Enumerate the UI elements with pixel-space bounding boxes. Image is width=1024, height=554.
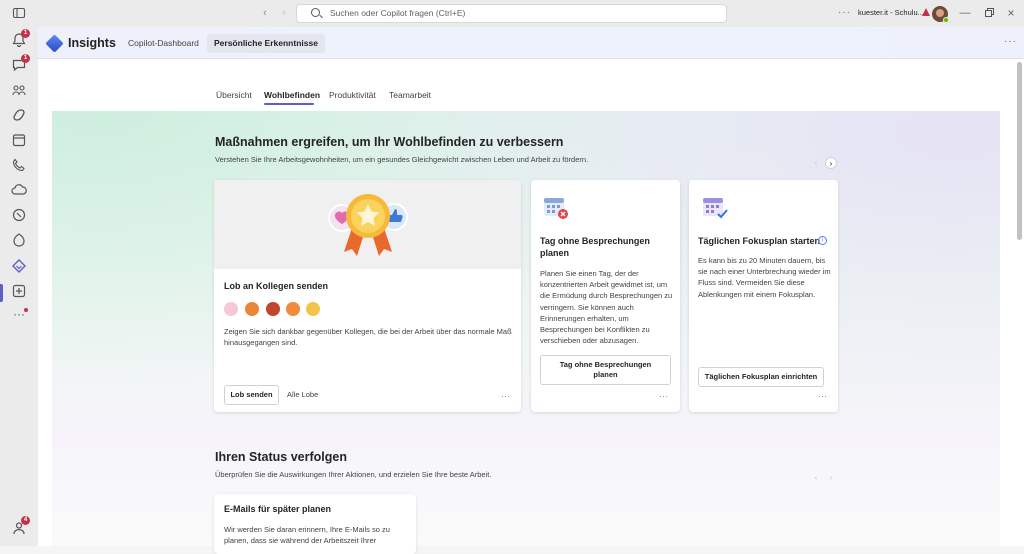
more-apps-dot (24, 308, 28, 312)
subtab-wellbeing[interactable]: Wohlbefinden (264, 90, 320, 100)
copilot-icon[interactable] (11, 107, 27, 123)
subtab-overview[interactable]: Übersicht (216, 90, 252, 100)
chat-badge: 1 (21, 54, 30, 63)
praise-card-more-button[interactable]: ··· (501, 392, 511, 401)
warning-icon (922, 8, 930, 16)
app-header: Insights Copilot-Dashboard Persönliche E… (38, 27, 1024, 59)
settings-more-button[interactable]: ··· (838, 7, 851, 18)
calls-icon[interactable] (11, 157, 27, 173)
search-icon (311, 8, 320, 17)
app-more-button[interactable]: ··· (1004, 36, 1017, 47)
search-placeholder: Suchen oder Copilot fragen (Ctrl+E) (330, 8, 466, 18)
calendar-check-icon (703, 198, 728, 219)
praise-card-text: Zeigen Sie sich dankbar gegenüber Kolleg… (224, 327, 512, 348)
active-indicator (0, 284, 3, 302)
status-carousel-next-button[interactable]: › (825, 472, 837, 484)
onedrive-cloud-icon[interactable] (11, 182, 27, 198)
subtab-teamwork[interactable]: Teamarbeit (389, 90, 431, 100)
restore-icon[interactable] (982, 6, 996, 20)
sidebar-toggle-icon[interactable] (12, 6, 26, 20)
section-subtitle-status: Überprüfen Sie die Auswirkungen Ihrer Ak… (215, 470, 492, 479)
tab-personal-insights[interactable]: Persönliche Erkenntnisse (207, 34, 325, 53)
schedule-email-card: E-Mails für später planen Wir werden Sie… (214, 494, 416, 554)
praise-emoji-icon-3[interactable] (266, 302, 280, 316)
add-apps-icon[interactable] (11, 283, 27, 299)
back-arrow-icon[interactable]: ‹ (258, 6, 272, 20)
presence-available-icon (943, 17, 949, 23)
subtab-productivity[interactable]: Produktivität (329, 90, 376, 100)
schedule-email-text: Wir werden Sie daran erinnern, Ihre E-Ma… (224, 525, 390, 546)
content-glow (52, 111, 1000, 546)
no-meeting-day-title: Tag ohne Besprechungen planen (540, 236, 650, 258)
activity-badge: 1 (21, 29, 30, 38)
minimize-icon[interactable]: — (958, 6, 972, 20)
section-subtitle-wellbeing: Verstehen Sie Ihre Arbeitsgewohnheiten, … (215, 155, 589, 164)
focus-plan-title: Täglichen Fokusplan starten (698, 236, 821, 246)
focus-plan-more-button[interactable]: ··· (818, 392, 828, 401)
focus-plan-text: Es kann bis zu 20 Minuten dauern, bis si… (698, 256, 831, 299)
insights-icon[interactable] (11, 258, 27, 274)
no-meeting-day-text: Planen Sie einen Tag, der der konzentrie… (540, 269, 673, 346)
schedule-email-title: E-Mails für später planen (224, 504, 332, 514)
app-rail: 1 1 ··· 4 (0, 27, 38, 546)
no-meeting-day-more-button[interactable]: ··· (659, 392, 669, 401)
calendar-cancel-icon (544, 198, 568, 219)
praise-emoji-icon-2[interactable] (245, 302, 259, 316)
org-label[interactable]: kuester.it - Schulu... (858, 8, 924, 17)
setup-focus-plan-button[interactable]: Täglichen Fokusplan einrichten (698, 367, 824, 387)
send-praise-button[interactable]: Lob senden (224, 385, 279, 405)
tab-copilot-dashboard[interactable]: Copilot-Dashboard (121, 34, 206, 53)
medal-illustration (328, 194, 408, 256)
insights-logo-icon (45, 34, 64, 53)
info-icon[interactable]: i (818, 236, 827, 245)
praise-card-title: Lob an Kollegen senden (224, 281, 329, 291)
section-title-status: Ihren Status verfolgen (215, 450, 347, 464)
praise-emoji-icon-5[interactable] (306, 302, 320, 316)
focus-plan-card: Täglichen Fokusplan starten i Es kann bi… (689, 180, 838, 412)
close-icon[interactable]: × (1004, 6, 1018, 20)
praise-emoji-icon-4[interactable] (286, 302, 300, 316)
carousel-next-button[interactable]: › (825, 157, 837, 169)
praise-hero-image (214, 180, 521, 269)
plan-no-meeting-day-button[interactable]: Tag ohne Besprechungen planen (540, 355, 671, 385)
section-title-wellbeing: Maßnahmen ergreifen, um Ihr Wohlbefinden… (215, 135, 564, 149)
all-praise-button[interactable]: Alle Lobe (287, 390, 318, 399)
app-title: Insights (68, 36, 116, 50)
no-meeting-day-card: Tag ohne Besprechungen planen Planen Sie… (531, 180, 680, 412)
search-input[interactable]: Suchen oder Copilot fragen (Ctrl+E) (296, 4, 727, 23)
scrollbar-thumb[interactable] (1017, 62, 1022, 240)
viva-learning-icon[interactable] (11, 232, 27, 248)
carousel-prev-button[interactable]: ‹ (810, 157, 822, 169)
help-badge: 4 (21, 516, 30, 525)
insights-app: Insights Copilot-Dashboard Persönliche E… (38, 27, 1024, 554)
subtab-underline (264, 103, 314, 105)
calendar-icon[interactable] (11, 132, 27, 148)
praise-emoji-icon-1[interactable] (224, 302, 238, 316)
title-bar: ‹ › Suchen oder Copilot fragen (Ctrl+E) … (0, 0, 1024, 27)
status-carousel-prev-button[interactable]: ‹ (810, 472, 822, 484)
forward-arrow-icon[interactable]: › (277, 6, 291, 20)
viva-engage-icon[interactable] (11, 207, 27, 223)
teams-icon[interactable] (11, 82, 27, 98)
praise-card: Lob an Kollegen senden Zeigen Sie sich d… (214, 180, 521, 412)
